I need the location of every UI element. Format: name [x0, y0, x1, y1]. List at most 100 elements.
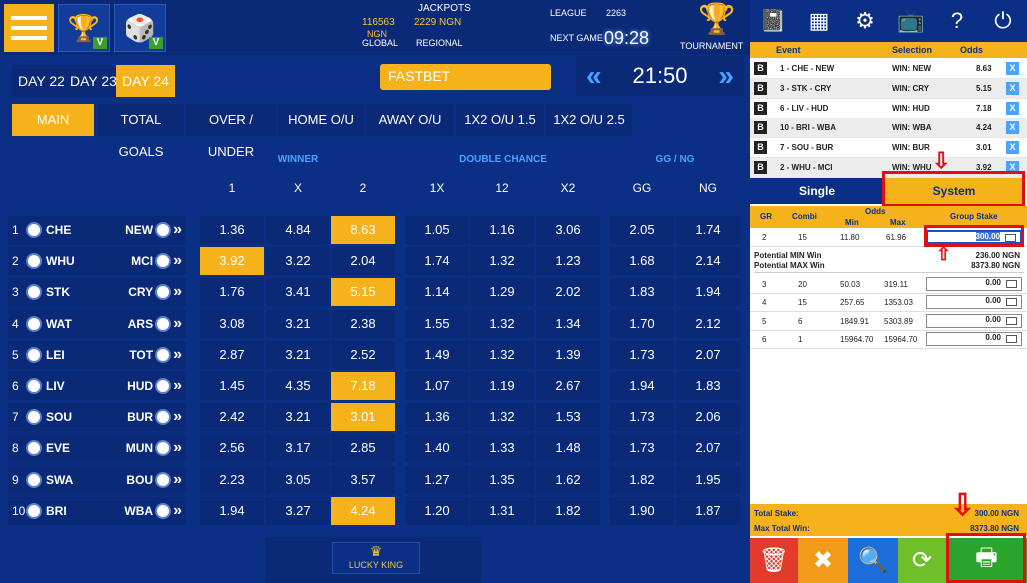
remove-selection-icon[interactable]: X	[1006, 62, 1019, 75]
odds-cell[interactable]: 1.70	[610, 309, 674, 338]
odds-cell[interactable]: 1.76	[200, 278, 264, 307]
odds-cell[interactable]: 4.24	[331, 496, 395, 525]
odds-cell[interactable]: 2.12	[676, 309, 740, 338]
trophy-game-icon[interactable]: 🏆 V	[58, 4, 110, 52]
odds-cell[interactable]: 1.94	[676, 278, 740, 307]
odds-cell[interactable]: 2.52	[331, 340, 395, 369]
tab-home-ou[interactable]: HOME O/U	[278, 104, 364, 136]
odds-cell[interactable]: 1.33	[470, 434, 534, 463]
banker-toggle[interactable]: B	[754, 121, 767, 135]
prev-round-icon[interactable]: «	[586, 60, 602, 92]
next-round-icon[interactable]: »	[718, 60, 734, 92]
odds-cell[interactable]: 2.02	[536, 278, 600, 307]
remove-selection-icon[interactable]: X	[1006, 121, 1019, 135]
odds-cell[interactable]: 1.36	[405, 403, 469, 432]
clear-ticket-icon[interactable]: ✖	[798, 538, 848, 583]
tab-total-goals[interactable]: TOTAL GOALS	[98, 104, 184, 159]
match-row-7[interactable]: 7 SOU BUR »	[8, 403, 186, 432]
expand-chevron-icon[interactable]: »	[173, 471, 182, 489]
help-icon[interactable]: ?	[934, 0, 980, 42]
delete-icon[interactable]: 🗑	[750, 538, 798, 583]
video-icon[interactable]: 📺	[888, 0, 934, 42]
odds-cell[interactable]: 1.32	[470, 309, 534, 338]
odds-cell[interactable]: 3.57	[331, 465, 395, 494]
odds-cell[interactable]: 2.56	[200, 434, 264, 463]
group-stake-input[interactable]: 0.00	[926, 332, 1022, 347]
single-bet-tab[interactable]: Single	[750, 178, 884, 204]
odds-cell[interactable]: 2.06	[676, 403, 740, 432]
settings-gears-icon[interactable]: ⚙	[842, 0, 888, 42]
odds-cell[interactable]: 3.22	[266, 247, 330, 276]
odds-cell[interactable]: 3.21	[266, 309, 330, 338]
day-tab-24[interactable]: DAY 24	[116, 65, 175, 97]
match-row-5[interactable]: 5 LEI TOT »	[8, 340, 186, 369]
dice-game-icon[interactable]: 🎲 V	[114, 4, 166, 52]
odds-cell[interactable]: 4.84	[266, 216, 330, 244]
odds-cell[interactable]: 1.83	[676, 372, 740, 400]
odds-cell[interactable]: 3.21	[266, 340, 330, 369]
ticket-row[interactable]: B 6 - LIV - HUD WIN: HUD 7.18 X	[750, 98, 1027, 119]
tournament-trophy-icon[interactable]: 🏆	[698, 2, 735, 37]
odds-cell[interactable]: 2.87	[200, 340, 264, 369]
odds-cell[interactable]: 1.55	[405, 309, 469, 338]
odds-cell[interactable]: 2.67	[536, 372, 600, 400]
odds-cell[interactable]: 3.41	[266, 278, 330, 307]
odds-cell[interactable]: 2.14	[676, 247, 740, 276]
odds-cell[interactable]: 2.85	[331, 434, 395, 463]
odds-cell[interactable]: 1.19	[470, 372, 534, 400]
day-tab-23[interactable]: DAY 23	[64, 65, 123, 97]
ticket-row[interactable]: B 3 - STK - CRY WIN: CRY 5.15 X	[750, 78, 1027, 99]
tab-over-under[interactable]: OVER / UNDER	[186, 104, 276, 159]
odds-cell[interactable]: 3.27	[266, 496, 330, 525]
ticket-row[interactable]: B 1 - CHE - NEW WIN: NEW 8.63 X	[750, 59, 1027, 79]
remove-selection-icon[interactable]: X	[1006, 141, 1019, 155]
odds-cell[interactable]: 1.68	[610, 247, 674, 276]
match-row-2[interactable]: 2 WHU MCI »	[8, 247, 186, 276]
odds-cell[interactable]: 3.06	[536, 216, 600, 244]
odds-cell[interactable]: 1.32	[470, 340, 534, 369]
odds-cell[interactable]: 1.32	[470, 247, 534, 276]
day-tab-22[interactable]: DAY 22	[12, 65, 71, 97]
odds-cell[interactable]: 7.18	[331, 372, 395, 400]
odds-cell[interactable]: 1.35	[470, 465, 534, 494]
odds-cell[interactable]: 4.35	[266, 372, 330, 400]
match-row-8[interactable]: 8 EVE MUN »	[8, 434, 186, 463]
odds-cell[interactable]: 1.05	[405, 216, 469, 244]
odds-cell[interactable]: 3.08	[200, 309, 264, 338]
expand-chevron-icon[interactable]: »	[173, 315, 182, 333]
odds-cell[interactable]: 1.14	[405, 278, 469, 307]
match-row-4[interactable]: 4 WAT ARS »	[8, 309, 186, 338]
expand-chevron-icon[interactable]: »	[173, 283, 182, 301]
odds-cell[interactable]: 1.87	[676, 496, 740, 525]
search-ticket-icon[interactable]: 🔍	[848, 538, 898, 583]
remove-selection-icon[interactable]: X	[1006, 81, 1019, 95]
expand-chevron-icon[interactable]: »	[173, 221, 182, 239]
odds-cell[interactable]: 3.21	[266, 403, 330, 432]
odds-cell[interactable]: 1.45	[200, 372, 264, 400]
remove-selection-icon[interactable]: X	[1006, 101, 1019, 115]
odds-cell[interactable]: 1.83	[610, 278, 674, 307]
odds-cell[interactable]: 2.23	[200, 465, 264, 494]
odds-cell[interactable]: 1.23	[536, 247, 600, 276]
calculator-icon[interactable]: ▦	[796, 0, 842, 42]
odds-cell[interactable]: 8.63	[331, 216, 395, 244]
odds-cell[interactable]: 2.07	[676, 434, 740, 463]
odds-cell[interactable]: 1.27	[405, 465, 469, 494]
odds-cell[interactable]: 1.82	[536, 496, 600, 525]
odds-cell[interactable]: 2.42	[200, 403, 264, 432]
banker-toggle[interactable]: B	[754, 141, 767, 155]
notepad-icon[interactable]: 📓	[750, 0, 796, 42]
odds-cell[interactable]: 1.53	[536, 403, 600, 432]
odds-cell[interactable]: 1.94	[610, 372, 674, 400]
tab-away-ou[interactable]: AWAY O/U	[367, 104, 453, 136]
odds-cell[interactable]: 1.29	[470, 278, 534, 307]
expand-chevron-icon[interactable]: »	[173, 252, 182, 270]
odds-cell[interactable]: 1.32	[470, 403, 534, 432]
odds-cell[interactable]: 1.40	[405, 434, 469, 463]
odds-cell[interactable]: 3.05	[266, 465, 330, 494]
menu-button[interactable]	[4, 4, 54, 52]
odds-cell[interactable]: 3.92	[200, 247, 264, 276]
group-stake-input[interactable]: 0.00	[926, 313, 1022, 328]
odds-cell[interactable]: 1.16	[470, 216, 534, 244]
power-icon[interactable]: ⏻	[980, 0, 1026, 42]
